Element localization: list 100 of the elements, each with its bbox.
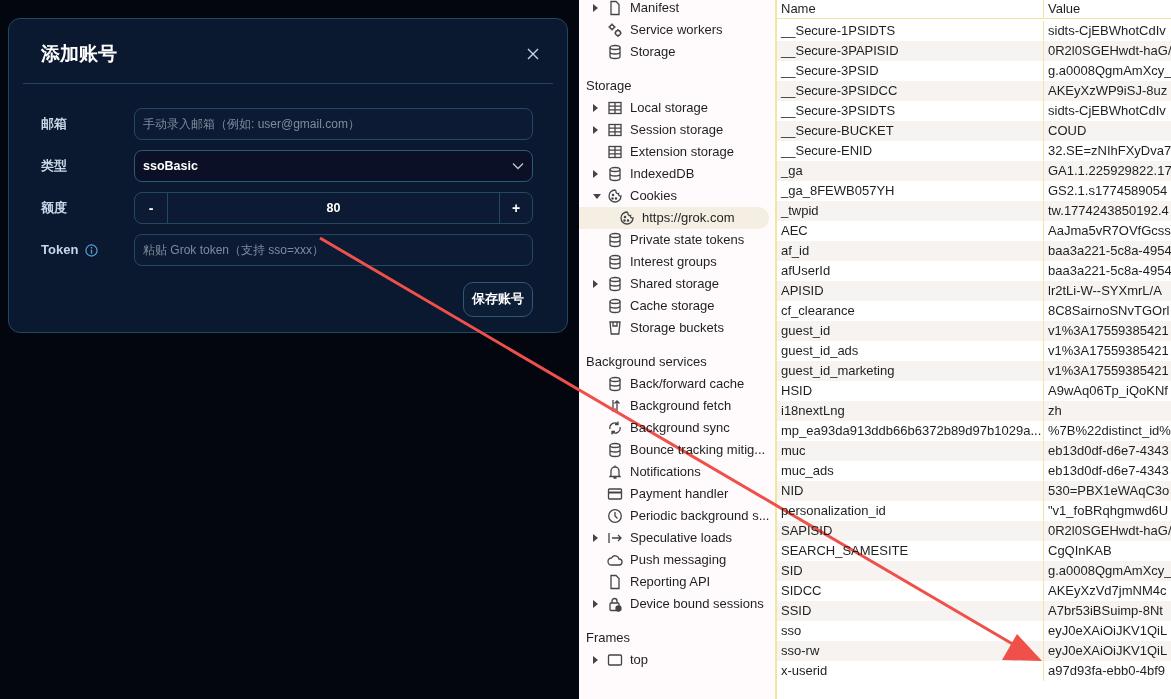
- table-cell-text: eyJ0eXAiOiJKV1QiL: [1048, 642, 1168, 661]
- tree-item[interactable]: Extension storage: [579, 141, 775, 163]
- table-cell-text: cf_clearance: [781, 302, 855, 321]
- increment-button[interactable]: +: [500, 193, 532, 223]
- table-cell-text: x-userid: [781, 662, 828, 681]
- table-cell-text: zh: [1048, 402, 1062, 421]
- tree-item[interactable]: Periodic background s...: [579, 505, 775, 527]
- tree-item[interactable]: Notifications: [579, 461, 775, 483]
- table-cell-text: v1%3A17559385421: [1048, 342, 1169, 361]
- expand-triangle-icon[interactable]: [593, 104, 598, 112]
- table-cell-text: __Secure-3PSIDCC: [781, 82, 898, 101]
- table-cell-text: g.a0008QgmAmXcy_: [1048, 62, 1171, 81]
- close-button[interactable]: [525, 46, 541, 62]
- expand-triangle-icon[interactable]: [593, 600, 598, 608]
- table-cell-text: HSID: [781, 382, 813, 401]
- tree-item[interactable]: Back/forward cache: [579, 373, 775, 395]
- table-icon: [607, 122, 623, 138]
- table-cell-text: sidts-CjEBWhotCdIv: [1048, 22, 1166, 41]
- table-cell-text: 32.SE=zNIhFXyDva7: [1048, 142, 1171, 161]
- tree-item[interactable]: Storage buckets: [579, 317, 775, 339]
- frame-icon: [607, 652, 623, 668]
- expand-triangle-icon[interactable]: [593, 280, 598, 288]
- table-cell-text: muc_ads: [781, 462, 834, 481]
- expand-triangle-icon[interactable]: [593, 4, 598, 12]
- tree-item[interactable]: Local storage: [579, 97, 775, 119]
- table-cell-text: SSID: [781, 602, 812, 621]
- table-cell-text: lr2tLi-W--SYXmrL/A: [1048, 282, 1162, 301]
- section-heading: Frames: [585, 629, 632, 648]
- tree-item[interactable]: Shared storage: [579, 273, 775, 295]
- database-icon: [607, 232, 623, 248]
- table-cell-text: AKEyXzWP9iSJ-8uz: [1048, 82, 1168, 101]
- tree-item[interactable]: Manifest: [579, 0, 775, 19]
- expand-triangle-icon[interactable]: [593, 170, 598, 178]
- table-cell-text: v1%3A17559385421: [1048, 322, 1169, 341]
- table-cell-text: 0R2l0SGEHwdt-haG/: [1048, 522, 1171, 541]
- table-cell-text: sso-rw: [781, 642, 820, 661]
- cloud-icon: [607, 552, 623, 568]
- decrement-button[interactable]: -: [135, 193, 167, 223]
- bell-icon: [607, 464, 623, 480]
- expand-triangle-icon[interactable]: [593, 534, 598, 542]
- table-cell-text: 8C8SairnoSNvTGOrl: [1048, 302, 1170, 321]
- table-cell-text: 530=PBX1eWAqC3o: [1048, 482, 1170, 501]
- table-cell-text: 0R2l0SGEHwdt-haG/: [1048, 42, 1171, 61]
- table-cell-text: eb13d0df-d6e7-4343: [1048, 442, 1169, 461]
- table-cell-text: guest_id: [781, 322, 831, 341]
- tree-item[interactable]: Interest groups: [579, 251, 775, 273]
- dialog-title: 添加账号: [41, 41, 117, 66]
- tree-item[interactable]: Private state tokens: [579, 229, 775, 251]
- table-cell-text: _ga_8FEWB057YH: [781, 182, 895, 201]
- tree-item[interactable]: https://grok.com: [579, 207, 769, 229]
- tree-item[interactable]: IndexedDB: [579, 163, 775, 185]
- sync-icon: [607, 420, 623, 436]
- clock-icon: [607, 508, 623, 524]
- table-cell-text: __Secure-1PSIDTS: [781, 22, 896, 41]
- input-field[interactable]: 粘贴 Grok token（支持 sso=xxx）: [134, 234, 533, 266]
- lock-icon: [607, 596, 623, 612]
- field-label: 邮箱: [41, 115, 67, 134]
- table-cell-text: _ga: [781, 162, 803, 181]
- input-field[interactable]: 手动录入邮箱（例如: user@gmail.com）: [134, 108, 533, 140]
- collapse-triangle-icon[interactable]: [593, 193, 601, 199]
- table-cell-text: guest_id_ads: [781, 342, 859, 361]
- table-cell-text: AEC: [781, 222, 808, 241]
- field-label: 类型: [41, 157, 67, 176]
- expand-triangle-icon[interactable]: [593, 126, 598, 134]
- tree-item[interactable]: top: [579, 649, 775, 671]
- table-cell-text: __Secure-BUCKET: [781, 122, 894, 141]
- database-icon: [607, 254, 623, 270]
- database-icon: [607, 376, 623, 392]
- table-cell-text: guest_id_marketing: [781, 362, 895, 381]
- tree-item[interactable]: Push messaging: [579, 549, 775, 571]
- tree-item[interactable]: Speculative loads: [579, 527, 775, 549]
- database-icon: [607, 44, 623, 60]
- tree-item[interactable]: Cookies: [579, 185, 775, 207]
- tree-item[interactable]: Device bound sessions: [579, 593, 775, 615]
- tree-item[interactable]: Payment handler: [579, 483, 775, 505]
- table-cell-text: mp_ea93da913ddb66b6372b89d97b1029a...: [781, 422, 1042, 441]
- database-icon: [607, 166, 623, 182]
- save-button[interactable]: 保存账号: [463, 282, 533, 317]
- tree-item[interactable]: Cache storage: [579, 295, 775, 317]
- tree-item[interactable]: Service workers: [579, 19, 775, 41]
- table-cell-text: baa3a221-5c8a-4954: [1048, 262, 1171, 281]
- table-cell-text: a97d93fa-ebb0-4bf9: [1048, 662, 1166, 681]
- table-cell-text: SID: [781, 562, 803, 581]
- table-cell-text: sso: [781, 622, 802, 641]
- column-header[interactable]: Value: [1044, 0, 1171, 18]
- field-label: Token: [41, 241, 79, 260]
- table-cell-text: eb13d0df-d6e7-4343: [1048, 462, 1169, 481]
- table-cell-text: %7B%22distinct_id%: [1048, 422, 1171, 441]
- column-header[interactable]: Name: [777, 0, 1044, 18]
- tree-item[interactable]: Background fetch: [579, 395, 775, 417]
- section-heading: Background services: [585, 353, 708, 372]
- tree-item[interactable]: Reporting API: [579, 571, 775, 593]
- tree-item[interactable]: Session storage: [579, 119, 775, 141]
- type-select[interactable]: ssoBasic: [134, 150, 533, 182]
- tree-item[interactable]: Storage: [579, 41, 775, 63]
- table-cell-text: GS2.1.s1774589054: [1048, 182, 1168, 201]
- table-cell-text: SIDCC: [781, 582, 822, 601]
- expand-triangle-icon[interactable]: [593, 656, 598, 664]
- arrow-right-icon: [607, 530, 623, 546]
- table-cell-text: CgQInKAB: [1048, 542, 1112, 561]
